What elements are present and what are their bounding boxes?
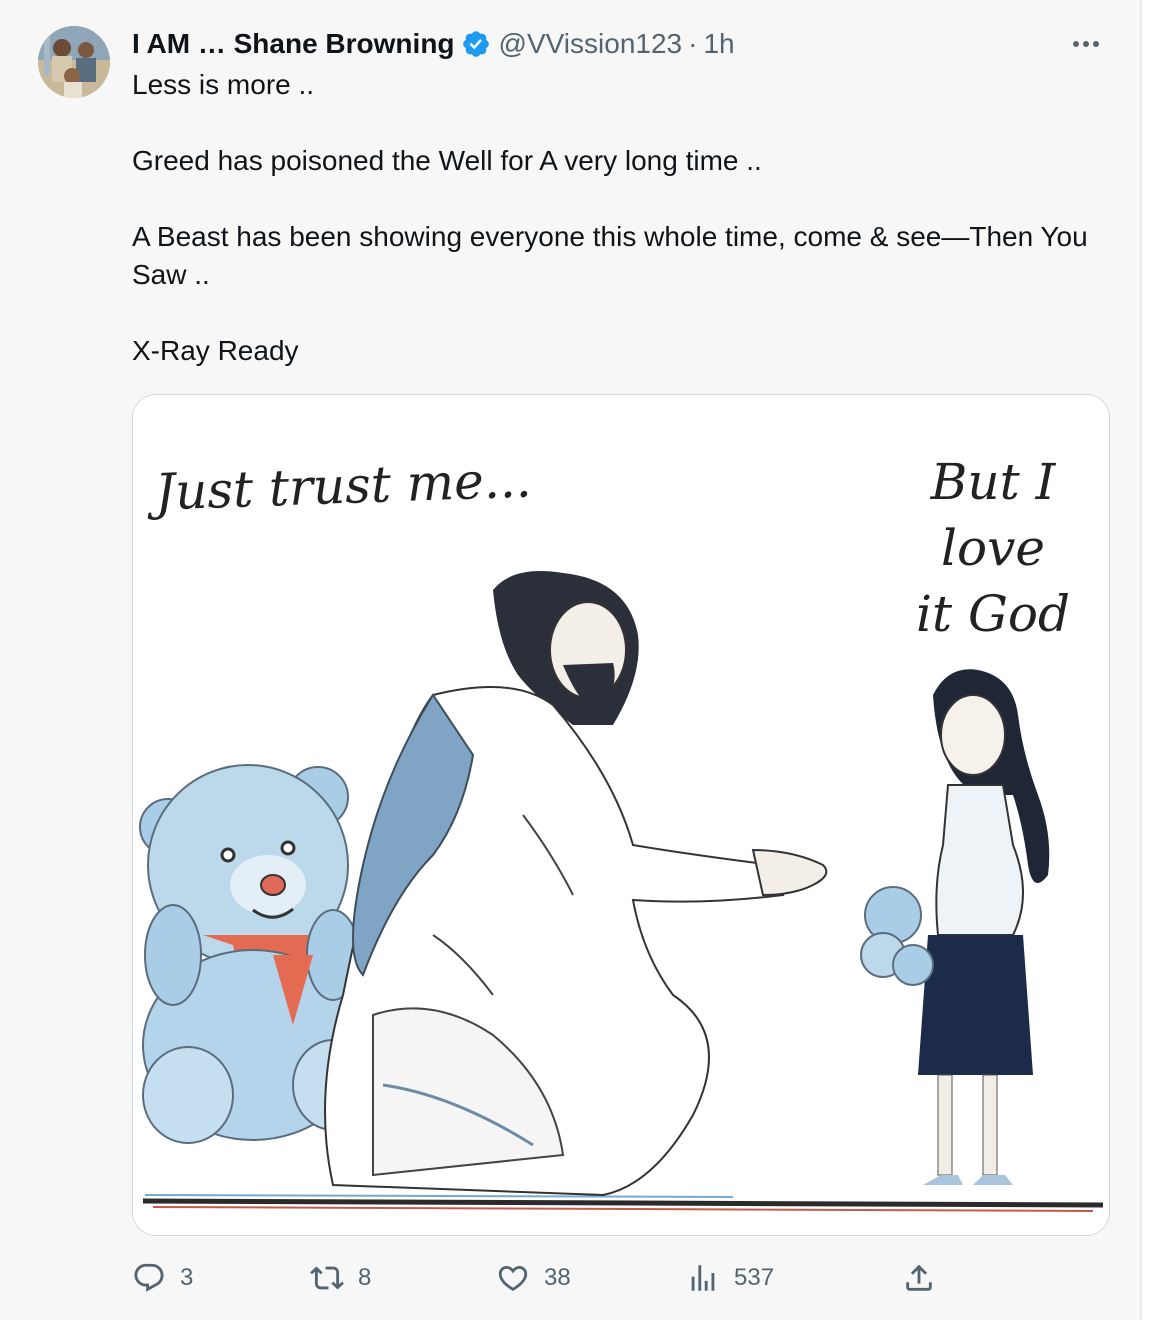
more-icon[interactable] xyxy=(1068,26,1104,62)
tweet-line-gap xyxy=(132,104,1092,142)
author-handle[interactable]: @VVission123 xyxy=(499,28,683,60)
tweet-timestamp[interactable]: 1h xyxy=(703,28,734,60)
tweet-line: X-Ray Ready xyxy=(132,335,299,366)
tweet-card[interactable]: I AM … Shane Browning @VVission123 · 1h … xyxy=(0,0,1142,1320)
share-button[interactable] xyxy=(902,1256,950,1300)
like-button[interactable]: 38 xyxy=(496,1256,571,1300)
views-count: 537 xyxy=(734,1264,775,1291)
tweet-header: I AM … Shane Browning @VVission123 · 1h xyxy=(132,24,735,64)
views-button[interactable]: 537 xyxy=(686,1256,774,1300)
tweet-media-image[interactable]: Just trust me... But I love it God xyxy=(132,394,1110,1236)
heart-icon xyxy=(498,1265,528,1291)
media-caption-right: But I love it God xyxy=(878,449,1108,647)
tweet-actions-bar: 3 8 38 537 xyxy=(132,1256,952,1300)
reply-icon xyxy=(134,1263,164,1292)
avatar-photo xyxy=(38,26,110,98)
reply-button[interactable]: 3 xyxy=(132,1256,193,1300)
media-caption-right-line2: it God xyxy=(915,585,1071,643)
verified-badge-icon xyxy=(462,31,489,57)
tweet-line: A Beast has been showing everyone this w… xyxy=(132,221,1088,290)
views-icon xyxy=(691,1265,715,1291)
media-caption-right-line1: But I love xyxy=(930,453,1056,577)
tweet-line: Less is more .. xyxy=(132,69,315,100)
reply-count: 3 xyxy=(180,1264,194,1291)
header-separator: · xyxy=(688,28,698,59)
tweet-text: Less is more .. Greed has poisoned the W… xyxy=(132,66,1092,370)
tweet-line-gap xyxy=(132,180,1092,218)
author-avatar[interactable] xyxy=(38,26,110,98)
tweet-line-gap xyxy=(132,294,1092,332)
tweet-line: Greed has poisoned the Well for A very l… xyxy=(132,145,762,176)
author-display-name[interactable]: I AM … Shane Browning xyxy=(132,28,455,60)
retweet-count: 8 xyxy=(358,1264,372,1291)
retweet-button[interactable]: 8 xyxy=(310,1256,371,1300)
share-icon xyxy=(906,1264,932,1291)
retweet-icon xyxy=(310,1266,344,1290)
like-count: 38 xyxy=(544,1264,571,1291)
